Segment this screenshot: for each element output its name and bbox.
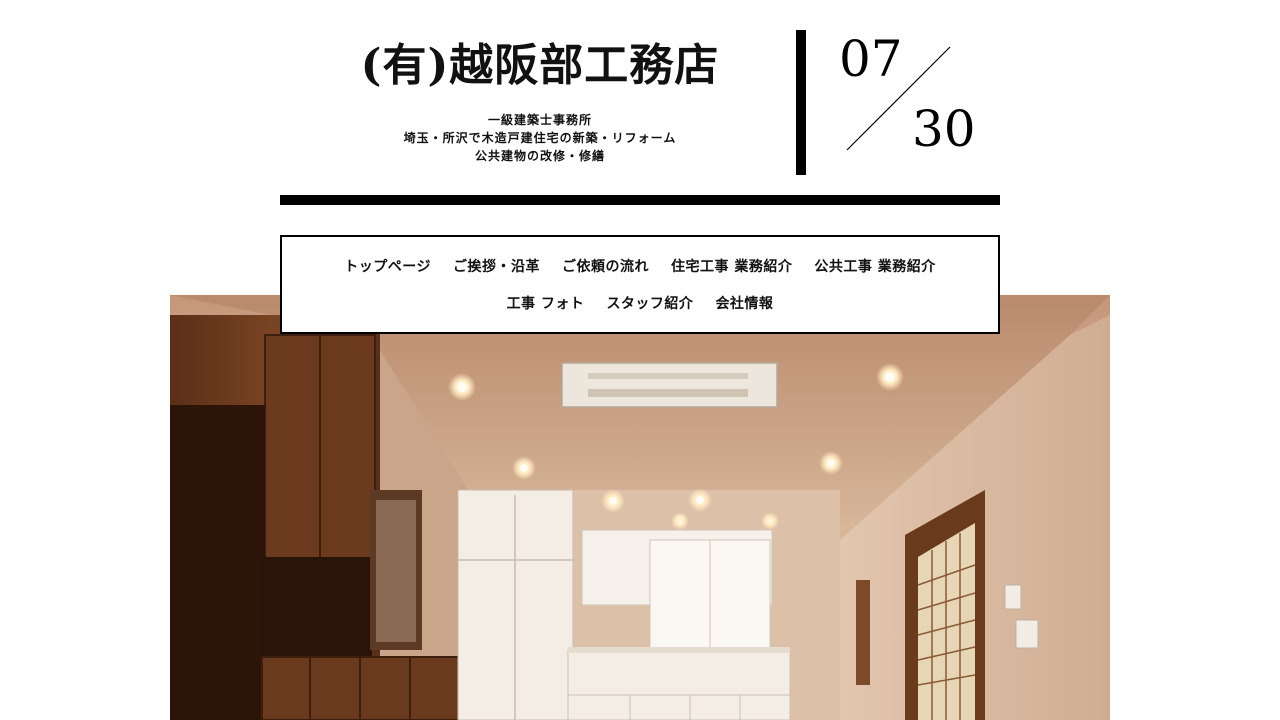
page: (有)越阪部工務店 一級建築士事務所 埼玉・所沢で木造戸建住宅の新築・リフォーム…: [0, 0, 1280, 720]
nav-item-construction-photo[interactable]: 工事 フォト: [507, 294, 585, 314]
nav-item-company-info[interactable]: 会社情報: [715, 294, 773, 314]
nav-item-residential-work[interactable]: 住宅工事 業務紹介: [671, 257, 792, 277]
interior-illustration: [170, 295, 1110, 720]
site-tagline: 一級建築士事務所 埼玉・所沢で木造戸建住宅の新築・リフォーム 公共建物の改修・修…: [330, 111, 750, 165]
site-title[interactable]: (有)越阪部工務店: [300, 38, 780, 94]
date-day: 30: [912, 100, 976, 158]
nav-item-top[interactable]: トップページ: [344, 257, 431, 277]
header-rule: [280, 195, 1000, 205]
header-divider: [796, 30, 806, 175]
nav-item-staff[interactable]: スタッフ紹介: [606, 294, 693, 314]
tagline-line: 一級建築士事務所: [487, 113, 592, 127]
nav-row: 工事 フォト スタッフ紹介 会社情報: [282, 294, 998, 314]
tagline-line: 公共建物の改修・修繕: [474, 149, 605, 163]
nav-item-public-work[interactable]: 公共工事 業務紹介: [814, 257, 935, 277]
hero-photo: [170, 295, 1110, 720]
nav-row: トップページ ご挨拶・沿革 ご依頼の流れ 住宅工事 業務紹介 公共工事 業務紹介: [282, 257, 998, 277]
nav-item-request-flow[interactable]: ご依頼の流れ: [562, 257, 649, 277]
tagline-line: 埼玉・所沢で木造戸建住宅の新築・リフォーム: [403, 131, 677, 145]
main-navigation: トップページ ご挨拶・沿革 ご依頼の流れ 住宅工事 業務紹介 公共工事 業務紹介…: [280, 235, 1000, 334]
nav-item-greeting-history[interactable]: ご挨拶・沿革: [453, 257, 540, 277]
